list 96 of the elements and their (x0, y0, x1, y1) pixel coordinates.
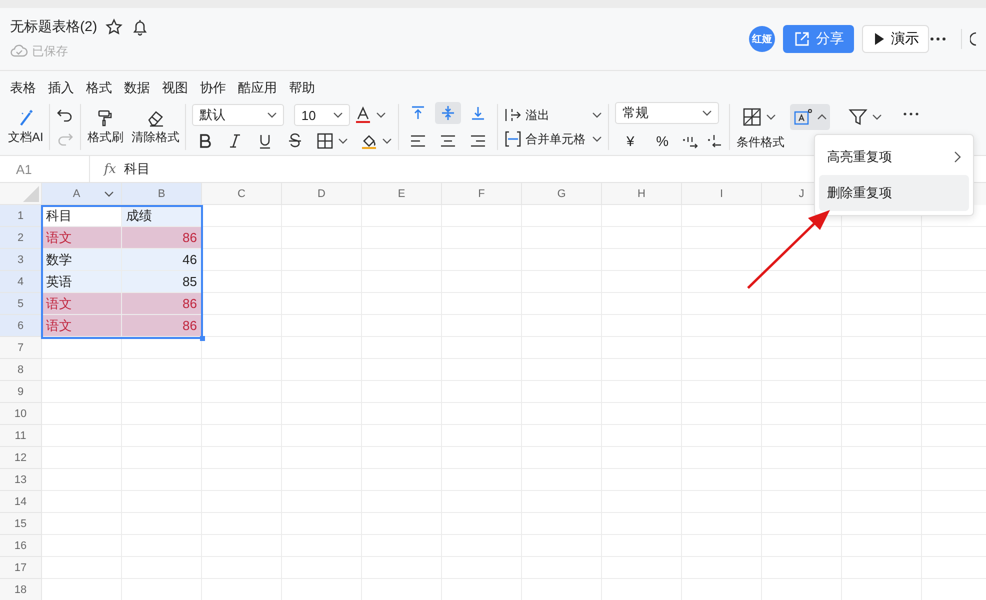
row-header[interactable]: 17 (0, 557, 42, 579)
row-header[interactable]: 13 (0, 469, 42, 491)
table-cell: 86 (122, 315, 202, 337)
table-cell: 数学 (42, 249, 122, 271)
merge-cells-button[interactable]: 合并单元格 (504, 130, 586, 148)
column-header[interactable]: G (522, 183, 602, 205)
present-button[interactable]: 演示 (862, 25, 929, 53)
menu-item[interactable]: 酷应用 (238, 79, 277, 97)
user-avatar[interactable]: 红娅 (749, 26, 775, 52)
chevron-icon (592, 136, 602, 142)
row-header[interactable]: 8 (0, 359, 42, 381)
menu-item[interactable]: 格式 (86, 79, 112, 97)
menu-item[interactable]: 高亮重复项 (819, 139, 969, 175)
column-header[interactable]: F (442, 183, 522, 205)
number-format-select[interactable]: 常规 (615, 102, 720, 124)
chevron-icon (104, 190, 114, 196)
help-icon[interactable] (970, 30, 976, 48)
table-cell: 85 (122, 271, 202, 293)
share-button[interactable]: 分享 (783, 25, 854, 53)
menu-item[interactable]: 数据 (124, 79, 150, 97)
column-header[interactable]: C (202, 183, 282, 205)
share-icon (793, 30, 811, 48)
menu-item[interactable]: 视图 (162, 79, 188, 97)
row-header[interactable]: 9 (0, 381, 42, 403)
row-header[interactable]: 3 (0, 249, 42, 271)
row-header[interactable]: 4 (0, 271, 42, 293)
chevron-icon (376, 112, 386, 118)
ai-button[interactable]: 文档AI (4, 108, 48, 146)
merge-cells-icon (504, 130, 522, 148)
table-cell: 86 (122, 227, 202, 249)
chevron-icon (766, 114, 776, 120)
caret-icon (816, 114, 827, 120)
border-icon[interactable] (316, 132, 334, 150)
column-header[interactable]: A (42, 183, 122, 205)
row-header[interactable]: 5 (0, 293, 42, 315)
font-color-icon[interactable] (354, 106, 372, 124)
vertical-align-button[interactable] (435, 102, 462, 124)
table-cell: 语文 (42, 315, 122, 337)
chevron-icon (872, 114, 882, 120)
formula-input[interactable]: 科目 (124, 160, 150, 178)
star-icon[interactable] (105, 18, 124, 36)
row-header[interactable]: 6 (0, 315, 42, 337)
column-header[interactable]: H (602, 183, 682, 205)
row-header[interactable]: 10 (0, 403, 42, 425)
saved-text: 已保存 (32, 42, 68, 60)
column-header[interactable]: D (282, 183, 362, 205)
chevron-icon (333, 112, 344, 118)
chevron-icon (592, 112, 602, 118)
conditional-format-label: 条件格式 (736, 134, 784, 150)
cell-reference: A1 (0, 156, 90, 182)
row-header[interactable]: 7 (0, 337, 42, 359)
conditional-format-icon[interactable] (742, 106, 762, 126)
table-cell: 语文 (42, 227, 122, 249)
paint-roller-icon (96, 108, 114, 126)
overflow-button[interactable]: 溢出 (504, 106, 550, 124)
table-cell: 语文 (42, 293, 122, 315)
menu-item[interactable]: 帮助 (289, 79, 315, 97)
row-header[interactable]: 2 (0, 227, 42, 249)
filter-icon[interactable] (848, 106, 868, 126)
row-header[interactable]: 18 (0, 579, 42, 600)
table-cell: 46 (122, 249, 202, 271)
table-cell: 英语 (42, 271, 122, 293)
menu-item[interactable]: 插入 (48, 79, 74, 97)
format-painter-button[interactable]: 格式刷 (83, 108, 128, 146)
play-icon (872, 31, 886, 47)
highlight-text-icon (794, 108, 814, 126)
menu-item[interactable]: 删除重复项 (819, 175, 969, 211)
column-header[interactable]: E (362, 183, 442, 205)
table-cell: 成绩 (122, 205, 202, 227)
function-label: fx (104, 162, 116, 176)
menu-item[interactable]: 协作 (200, 79, 226, 97)
chevron-icon (382, 138, 392, 144)
row-header[interactable]: 1 (0, 205, 42, 227)
chevron-icon (267, 112, 278, 118)
row-header[interactable]: 16 (0, 535, 42, 557)
percent-button[interactable]: % (649, 130, 676, 152)
column-header[interactable]: B (122, 183, 202, 205)
clear-format-button[interactable]: 清除格式 (127, 108, 184, 146)
row-header[interactable]: 12 (0, 447, 42, 469)
font-select[interactable]: 默认 (192, 104, 284, 126)
font-size-select[interactable]: 10 (294, 104, 350, 126)
menu-item[interactable]: 表格 (10, 79, 36, 97)
eraser-icon (146, 108, 164, 126)
chevron-icon (338, 138, 348, 144)
row-header[interactable]: 11 (0, 425, 42, 447)
duplicates-button[interactable] (790, 104, 830, 130)
bell-icon[interactable] (131, 18, 150, 36)
table-cell: 86 (122, 293, 202, 315)
row-header[interactable]: 15 (0, 513, 42, 535)
overflow-icon (504, 106, 522, 124)
row-header[interactable]: 14 (0, 491, 42, 513)
document-title: 无标题表格(2) (10, 18, 98, 36)
chevron-icon (702, 110, 712, 116)
currency-button[interactable]: ¥ (617, 130, 644, 152)
decrease-decimal-icon[interactable] (705, 132, 724, 150)
column-header[interactable]: I (682, 183, 762, 205)
